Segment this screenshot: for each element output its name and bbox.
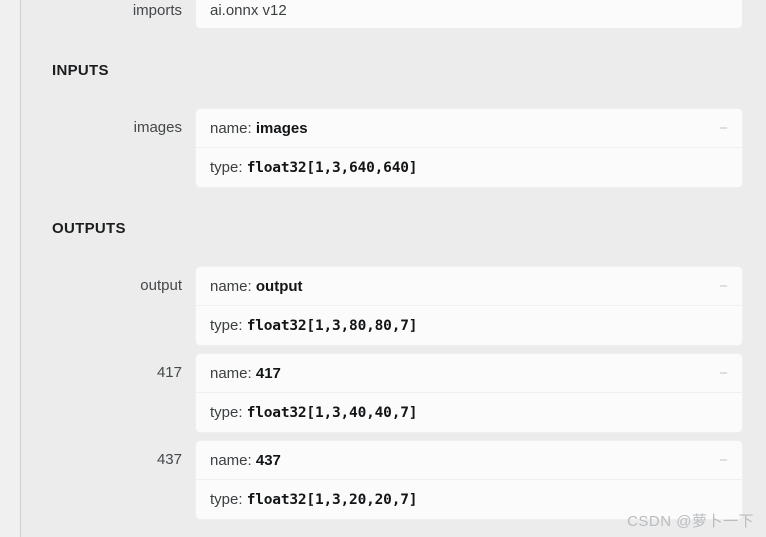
watermark: CSDN @萝卜一下 [627, 513, 754, 530]
imports-value: ai.onnx v12 [210, 2, 287, 19]
input-card-images[interactable]: name: images − type: float32[1,3,640,640… [196, 109, 742, 187]
outputs-section-header: OUTPUTS [52, 220, 126, 237]
output-label-417: 417 [156, 364, 182, 381]
output-type-line: type: float32[1,3,80,80,7] [196, 305, 742, 345]
minus-icon[interactable]: − [718, 363, 729, 384]
output-card-417[interactable]: name: 417 − type: float32[1,3,40,40,7] [196, 354, 742, 432]
input-name-value: images [255, 120, 308, 137]
output-type-value: float32[1,3,40,40,7] [246, 405, 418, 421]
minus-icon[interactable]: − [718, 276, 729, 297]
input-label-images: images [133, 119, 182, 136]
output-name-value: 437 [255, 452, 281, 469]
imports-row: imports ai.onnx v12 [21, 0, 766, 28]
name-prefix: name: [210, 120, 252, 137]
output-name-value: output [255, 278, 303, 295]
name-prefix: name: [210, 365, 252, 382]
output-row-437: 437 name: 437 − type: float32[1,3,20,20,… [21, 441, 766, 519]
imports-card[interactable]: ai.onnx v12 [196, 0, 742, 28]
output-card-437[interactable]: name: 437 − type: float32[1,3,20,20,7] [196, 441, 742, 519]
minus-icon[interactable]: − [718, 118, 729, 139]
input-row-images: images name: images − type: float32[1,3,… [21, 109, 766, 187]
name-prefix: name: [210, 452, 252, 469]
input-type-value: float32[1,3,640,640] [246, 160, 418, 176]
left-gutter [0, 0, 20, 537]
panel-content: imports ai.onnx v12 INPUTS images name: … [21, 0, 766, 537]
minus-icon[interactable]: − [718, 450, 729, 471]
type-prefix: type: [210, 491, 243, 508]
output-label-437: 437 [156, 451, 182, 468]
output-type-line: type: float32[1,3,40,40,7] [196, 392, 742, 432]
imports-label: imports [132, 2, 182, 19]
type-prefix: type: [210, 317, 243, 334]
inputs-section-header: INPUTS [52, 62, 109, 79]
output-label-output: output [140, 277, 182, 294]
output-type-value: float32[1,3,20,20,7] [246, 492, 418, 508]
output-name-line: name: output − [196, 267, 742, 305]
output-card-output[interactable]: name: output − type: float32[1,3,80,80,7… [196, 267, 742, 345]
type-prefix: type: [210, 159, 243, 176]
output-name-line: name: 437 − [196, 441, 742, 479]
output-row-output: output name: output − type: float32[1,3,… [21, 267, 766, 345]
input-type-line: type: float32[1,3,640,640] [196, 147, 742, 187]
input-name-line: name: images − [196, 109, 742, 147]
model-properties-panel: imports ai.onnx v12 INPUTS images name: … [0, 0, 766, 537]
name-prefix: name: [210, 278, 252, 295]
output-name-line: name: 417 − [196, 354, 742, 392]
type-prefix: type: [210, 404, 243, 421]
output-type-value: float32[1,3,80,80,7] [246, 318, 418, 334]
output-name-value: 417 [255, 365, 281, 382]
output-row-417: 417 name: 417 − type: float32[1,3,40,40,… [21, 354, 766, 432]
